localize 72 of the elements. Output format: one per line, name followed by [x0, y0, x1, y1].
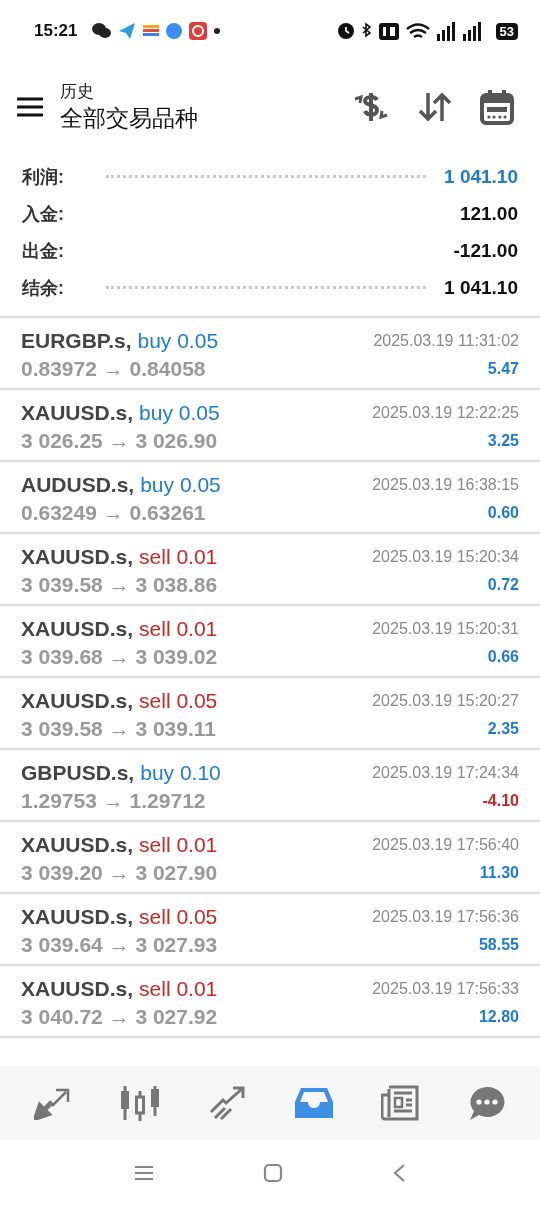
trade-symbol: XAUUSD.s, [21, 977, 134, 1001]
trade-row[interactable]: XAUUSD.s, sell 0.05 2025.03.19 15:20:27 3 039.58 → 3 039.11 2.35 [0, 678, 540, 750]
trade-order: sell 0.01 [139, 617, 218, 641]
trade-time: 2025.03.19 15:20:34 [372, 548, 519, 566]
summary-label: 结余: [22, 276, 64, 300]
trade-time: 2025.03.19 11:31:02 [373, 332, 519, 350]
trade-order: sell 0.01 [139, 833, 218, 857]
trade-time: 2025.03.19 17:56:36 [372, 908, 519, 926]
trade-symbol: AUDUSD.s, [21, 473, 135, 497]
trade-profit: 5.47 [487, 360, 519, 378]
trade-profit: -4.10 [482, 792, 519, 810]
trade-symbol: XAUUSD.s, [21, 689, 134, 713]
trade-symbol: XAUUSD.s, [21, 833, 134, 857]
trade-profit: 3.25 [487, 432, 519, 450]
trade-symbol: XAUUSD.s, [21, 545, 134, 569]
trade-row[interactable]: XAUUSD.s, sell 0.01 2025.03.19 15:20:34 3 039.58 → 3 038.86 0.72 [0, 534, 540, 606]
trade-row[interactable]: EURGBP.s, buy 0.05 2025.03.19 11:31:02 0.83972 → 0.84058 5.47 [0, 318, 540, 390]
trade-order: sell 0.05 [139, 905, 218, 929]
trade-symbol: XAUUSD.s, [21, 905, 134, 929]
trade-profit: 2.35 [487, 720, 519, 738]
trade-prices: 3 039.68 → 3 039.02 [21, 645, 218, 669]
trade-order: sell 0.01 [139, 977, 218, 1001]
summary-label: 入金: [22, 202, 64, 226]
trade-order: buy 0.05 [139, 401, 220, 425]
trade-symbol: EURGBP.s, [21, 329, 132, 353]
trade-prices: 3 039.58 → 3 038.86 [21, 573, 218, 597]
trade-time: 2025.03.19 12:22:25 [372, 404, 519, 422]
summary-value: 121.00 [459, 202, 518, 225]
trade-row[interactable]: XAUUSD.s, sell 0.05 2025.03.19 17:56:36 3 039.64 → 3 027.93 58.55 [0, 894, 540, 966]
trade-profit: 58.55 [478, 936, 519, 954]
trade-order: sell 0.05 [139, 689, 218, 713]
trade-order: buy 0.05 [137, 329, 219, 353]
trade-symbol: XAUUSD.s, [21, 617, 134, 641]
trade-prices: 3 039.58 → 3 039.11 [21, 717, 216, 741]
trade-order: sell 0.01 [139, 545, 218, 569]
trade-profit: 11.30 [479, 864, 519, 882]
trade-order: buy 0.10 [140, 761, 221, 785]
trade-prices: 3 039.20 → 3 027.90 [21, 861, 218, 885]
trade-prices: 3 039.64 → 3 027.93 [21, 933, 218, 957]
summary-value: 1 041.10 [444, 165, 518, 188]
trade-time: 2025.03.19 17:56:33 [372, 980, 519, 998]
trade-time: 2025.03.19 15:20:31 [372, 620, 519, 638]
summary-value: -121.00 [453, 239, 518, 262]
trade-row[interactable]: GBPUSD.s, buy 0.10 2025.03.19 17:24:34 1.29753 → 1.29712 -4.10 [0, 750, 540, 822]
trade-prices: 0.63249 → 0.63261 [21, 501, 206, 525]
trade-symbol: XAUUSD.s, [21, 401, 134, 425]
trade-prices: 3 040.72 → 3 027.92 [21, 1005, 218, 1029]
trade-profit: 0.72 [487, 576, 519, 594]
trade-row[interactable]: XAUUSD.s, sell 0.01 2025.03.19 17:56:33 3 040.72 → 3 027.92 12.80 [0, 966, 540, 1038]
battery-level: 53 [495, 22, 518, 40]
trade-order: buy 0.05 [140, 473, 221, 497]
trade-time: 2025.03.19 17:24:34 [372, 764, 519, 782]
trade-row[interactable]: XAUUSD.s, sell 0.01 2025.03.19 15:20:31 3 039.68 → 3 039.02 0.66 [0, 606, 540, 678]
trade-profit: 0.60 [487, 504, 519, 522]
trade-prices: 0.83972 → 0.84058 [21, 357, 206, 381]
trade-time: 2025.03.19 16:38:15 [372, 476, 519, 494]
screen-title[interactable]: 全部交易品种 [60, 103, 324, 134]
screen-subtitle: 历史 [60, 81, 95, 103]
summary-label: 出金: [22, 239, 64, 263]
trade-profit: 0.66 [487, 648, 519, 666]
trade-row[interactable]: AUDUSD.s, buy 0.05 2025.03.19 16:38:15 0.63249 → 0.63261 0.60 [0, 462, 540, 534]
trade-time: 2025.03.19 15:20:27 [372, 692, 519, 710]
trade-prices: 3 026.25 → 3 026.90 [21, 429, 218, 453]
trade-prices: 1.29753 → 1.29712 [21, 789, 206, 813]
trade-profit: 12.80 [478, 1008, 519, 1026]
trade-row[interactable]: XAUUSD.s, sell 0.01 2025.03.19 17:56:40 3 039.20 → 3 027.90 11.30 [0, 822, 540, 894]
trade-row[interactable]: XAUUSD.s, buy 0.05 2025.03.19 12:22:25 3 026.25 → 3 026.90 3.25 [0, 390, 540, 462]
summary-value: 1 041.10 [444, 276, 518, 299]
trade-time: 2025.03.19 17:56:40 [372, 836, 519, 854]
status-time: 15:21 [34, 21, 78, 41]
trade-symbol: GBPUSD.s, [21, 761, 135, 785]
summary-label: 利润: [22, 165, 64, 189]
